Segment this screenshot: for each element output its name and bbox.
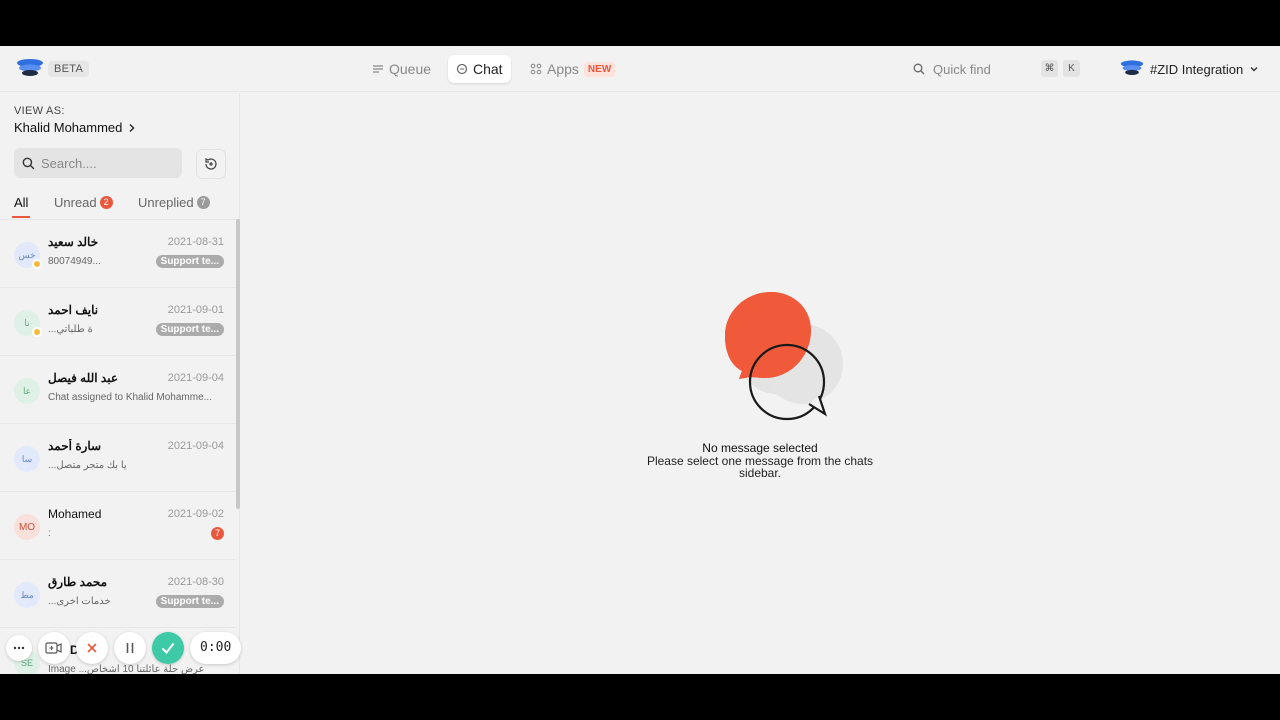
apps-grid-icon xyxy=(530,63,542,75)
chat-sidebar: VIEW AS: Khalid Mohammed All Unread 2 Un… xyxy=(0,93,240,674)
chat-name: عبد الله فيصل xyxy=(48,371,118,385)
chat-bubble-icon xyxy=(456,63,468,75)
chat-preview: 80074949... xyxy=(48,256,101,267)
chat-date: 2021-09-04 xyxy=(167,440,224,452)
unread-count-badge: 2 xyxy=(99,196,113,209)
new-badge: NEW xyxy=(583,61,616,77)
team-tag: Support te... xyxy=(155,323,224,336)
accept-button[interactable] xyxy=(152,632,184,664)
tab-chat[interactable]: Chat xyxy=(448,55,511,83)
chat-search-input[interactable] xyxy=(41,155,171,171)
list-item[interactable]: نا نايف احمد 2021-09-01 ...ة طلباتي Supp… xyxy=(0,288,236,356)
video-button[interactable] xyxy=(38,632,70,664)
team-tag: Support te... xyxy=(155,255,224,268)
workspace-logo-icon xyxy=(1120,60,1144,75)
chat-list: خس خالد سعيد 2021-08-31 80074949... Supp… xyxy=(0,219,236,674)
view-as-selector[interactable]: Khalid Mohammed xyxy=(14,120,136,135)
status-dot-icon xyxy=(32,259,42,269)
filter-unreplied-label: Unreplied xyxy=(138,195,194,210)
chat-name: خالد سعيد xyxy=(48,235,99,249)
tab-queue[interactable]: Queue xyxy=(364,55,439,83)
list-item[interactable]: MO Mohamed 2021-09-02 : 7 xyxy=(0,492,236,560)
filter-unreplied[interactable]: Unreplied 7 xyxy=(138,195,210,210)
avatar: مط xyxy=(14,582,40,608)
beta-badge: BETA xyxy=(48,61,90,77)
tab-apps-label: Apps xyxy=(547,61,579,77)
check-icon xyxy=(161,642,175,654)
tab-queue-label: Queue xyxy=(389,61,432,77)
ellipsis-icon xyxy=(13,646,25,650)
list-item[interactable]: سا سارة أحمد 2021-09-04 ...يا بك متجر مت… xyxy=(0,424,236,492)
status-dot-icon xyxy=(32,327,42,337)
filter-unread-label: Unread xyxy=(54,195,97,210)
new-chat-icon xyxy=(205,158,217,170)
chat-date: 2021-08-31 xyxy=(167,236,224,248)
workspace-name: #ZID Integration xyxy=(1150,61,1244,77)
video-camera-icon xyxy=(45,642,62,654)
top-bar: BETA Queue Chat Apps NEW Quick find ⌘ K xyxy=(0,46,1280,92)
chat-preview: Chat assigned to Khalid Mohamme... xyxy=(48,392,212,403)
list-item[interactable]: خس خالد سعيد 2021-08-31 80074949... Supp… xyxy=(0,220,236,288)
chat-filters: All Unread 2 Unreplied 7 xyxy=(0,195,240,219)
avatar: نا xyxy=(14,310,42,337)
search-icon xyxy=(913,63,925,75)
chat-bubbles-illustration-icon xyxy=(725,292,843,421)
list-item[interactable]: مط محمد طارق 2021-08-30 ...خدمات اخرى Su… xyxy=(0,560,236,628)
chevron-down-icon xyxy=(1250,67,1258,72)
chat-date: 2021-09-02 xyxy=(167,508,224,520)
avatar: عا xyxy=(14,378,40,404)
call-control-bar: 0:00 xyxy=(6,632,242,664)
empty-state-title: No message selected xyxy=(702,441,818,455)
end-call-button[interactable] xyxy=(76,632,108,664)
chat-list-scrollbar[interactable] xyxy=(236,219,240,509)
close-icon xyxy=(87,643,97,653)
chat-name: محمد طارق xyxy=(48,575,108,589)
avatar: خس xyxy=(14,242,42,269)
filter-all-label: All xyxy=(14,195,29,210)
more-options-button[interactable] xyxy=(6,635,32,661)
avatar: سا xyxy=(14,446,40,472)
shortcut-key-cmd: ⌘ xyxy=(1041,60,1058,77)
app-window: BETA Queue Chat Apps NEW Quick find ⌘ K xyxy=(0,46,1280,674)
chat-preview: ...يا بك متجر متصل xyxy=(48,460,127,471)
avatar: MO xyxy=(14,514,40,540)
view-as-label: VIEW AS: xyxy=(14,105,65,117)
chat-name: Mohamed xyxy=(48,507,102,521)
pause-button[interactable] xyxy=(114,632,146,664)
tab-apps[interactable]: Apps NEW xyxy=(522,55,623,83)
tab-chat-label: Chat xyxy=(473,61,503,77)
chat-date: 2021-09-01 xyxy=(167,304,224,316)
call-timer: 0:00 xyxy=(190,632,242,664)
unread-count-badge: 7 xyxy=(211,527,224,540)
chat-preview: Image ...عرض حلة عائلتنا 10 أشخاص xyxy=(48,664,205,674)
chevron-right-icon xyxy=(129,123,135,132)
chat-preview: ...خدمات اخرى xyxy=(48,596,111,607)
team-tag: Support te... xyxy=(155,595,224,608)
chat-name: نايف احمد xyxy=(48,303,99,317)
chat-search xyxy=(14,148,182,178)
search-icon xyxy=(22,157,35,169)
empty-state-subtitle: Please select one message from the chats… xyxy=(646,454,874,480)
pause-icon xyxy=(126,643,134,653)
list-item[interactable]: عا عبد الله فيصل 2021-09-04 Chat assigne… xyxy=(0,356,236,424)
workspace-switcher[interactable]: #ZID Integration xyxy=(1120,58,1259,80)
new-chat-button[interactable] xyxy=(196,149,226,179)
quick-find-placeholder: Quick find xyxy=(933,61,991,77)
chat-name: سارة أحمد xyxy=(48,439,102,453)
chat-date: 2021-09-04 xyxy=(167,372,224,384)
view-as-name: Khalid Mohammed xyxy=(14,120,123,135)
shortcut-key-k: K xyxy=(1063,60,1080,77)
unreplied-count-badge: 7 xyxy=(196,196,210,209)
quick-find-input[interactable]: Quick find ⌘ K xyxy=(903,56,1087,82)
chat-preview: ...ة طلباتي xyxy=(48,324,93,335)
filter-all[interactable]: All xyxy=(11,195,31,218)
brand-logo-icon xyxy=(17,59,43,76)
empty-state: No message selected Please select one me… xyxy=(640,286,880,479)
queue-icon xyxy=(373,65,383,73)
chat-preview: : xyxy=(48,528,51,539)
chat-date: 2021-08-30 xyxy=(167,576,224,588)
filter-unread[interactable]: Unread 2 xyxy=(54,195,113,210)
